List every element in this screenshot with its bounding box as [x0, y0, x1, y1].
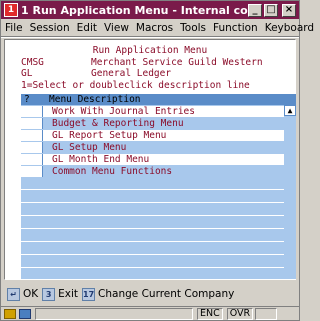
grid-scrollbar[interactable]: ▲	[284, 105, 296, 279]
app-icon: 1	[4, 3, 18, 17]
ok-button[interactable]: ↵ OK	[7, 287, 39, 301]
row-select-field[interactable]	[21, 130, 43, 141]
menu-row-description[interactable]: Common Menu Functions	[43, 166, 284, 177]
minimize-button[interactable]: _	[248, 3, 262, 17]
row-divider	[21, 241, 296, 242]
exit-label: Exit	[58, 288, 79, 300]
select-column-header: ?	[24, 94, 30, 105]
menu-edit[interactable]: Edit	[77, 22, 97, 34]
menu-keyboard[interactable]: Keyboard	[265, 22, 314, 34]
menu-row-description[interactable]: GL Setup Menu	[43, 142, 284, 153]
row-select-field[interactable]	[21, 142, 43, 153]
menu-row[interactable]: Budget & Reporting Menu	[21, 118, 296, 129]
menu-row[interactable]: GL Setup Menu	[21, 142, 296, 153]
menu-row-description[interactable]: Work With Journal Entries	[43, 106, 284, 117]
row-divider	[21, 215, 296, 216]
menu-session[interactable]: Session	[30, 22, 70, 34]
row-divider	[21, 202, 296, 203]
status-bar: ENC OVR	[1, 306, 299, 321]
exit-button[interactable]: 3 Exit	[42, 287, 79, 301]
row-select-field[interactable]	[21, 154, 43, 165]
company-name: Merchant Service Guild Western	[91, 57, 263, 68]
menu-row[interactable]: Work With Journal Entries	[21, 106, 296, 117]
menu-file[interactable]: File	[5, 22, 23, 34]
lock-icon	[4, 309, 16, 319]
change-company-button[interactable]: 17 Change Current Company	[82, 287, 235, 301]
menu-row[interactable]: GL Month End Menu	[21, 154, 296, 165]
menu-view[interactable]: View	[104, 22, 129, 34]
grid-header: ? Menu Description	[21, 94, 296, 105]
encryption-indicator: ENC	[197, 308, 223, 320]
maximize-button[interactable]: □	[264, 3, 278, 17]
menu-grid: ? Menu Description Work With Journal Ent…	[21, 94, 296, 279]
emulator-window: 1 1 Run Application Menu - Internal conn…	[0, 0, 314, 321]
change-company-label: Change Current Company	[98, 288, 235, 300]
row-divider	[21, 228, 296, 229]
row-select-field[interactable]	[21, 166, 43, 177]
row-select-field[interactable]	[21, 106, 43, 117]
menu-function[interactable]: Function	[213, 22, 258, 34]
application-code: GL	[21, 68, 33, 79]
ok-label: OK	[23, 288, 39, 300]
menu-bar: File Session Edit View Macros Tools Func…	[1, 20, 314, 36]
session-icon	[19, 309, 31, 319]
row-select-field[interactable]	[21, 118, 43, 129]
status-pane	[255, 308, 278, 320]
function-key-bar: ↵ OK 3 Exit 17 Change Current Company	[3, 285, 297, 303]
row-divider	[21, 267, 296, 268]
overwrite-indicator: OVR	[226, 308, 254, 320]
row-divider	[21, 254, 296, 255]
description-column-header: Menu Description	[49, 94, 141, 105]
instruction-line: 1=Select or doubleclick description line	[21, 80, 250, 91]
company-code: CMSG	[21, 57, 44, 68]
menu-separator	[1, 36, 299, 38]
terminal-screen[interactable]: Run Application Menu CMSG Merchant Servi…	[4, 39, 296, 280]
message-pane	[35, 308, 193, 320]
menu-macros[interactable]: Macros	[136, 22, 173, 34]
window-title: 1 Run Application Menu - Internal connec…	[21, 3, 248, 17]
menu-row-description[interactable]: Budget & Reporting Menu	[43, 118, 284, 129]
row-divider	[21, 189, 296, 190]
scroll-arrow-icon[interactable]: ▲	[284, 105, 296, 116]
title-bar[interactable]: 1 1 Run Application Menu - Internal conn…	[1, 1, 299, 19]
menu-row[interactable]: GL Report Setup Menu	[21, 130, 296, 141]
menu-row-description[interactable]: GL Report Setup Menu	[43, 130, 284, 141]
menu-row-description[interactable]: GL Month End Menu	[43, 154, 284, 165]
screen-title: Run Application Menu	[92, 45, 208, 56]
f3-key-icon: 3	[42, 287, 56, 301]
f17-key-icon: 17	[82, 287, 96, 301]
menu-tools[interactable]: Tools	[180, 22, 206, 34]
menu-row[interactable]: Common Menu Functions	[21, 166, 296, 177]
resize-grip-icon[interactable]	[281, 309, 291, 319]
close-button[interactable]: ×	[282, 3, 296, 17]
enter-key-icon: ↵	[7, 287, 20, 301]
application-name: General Ledger	[91, 68, 172, 79]
